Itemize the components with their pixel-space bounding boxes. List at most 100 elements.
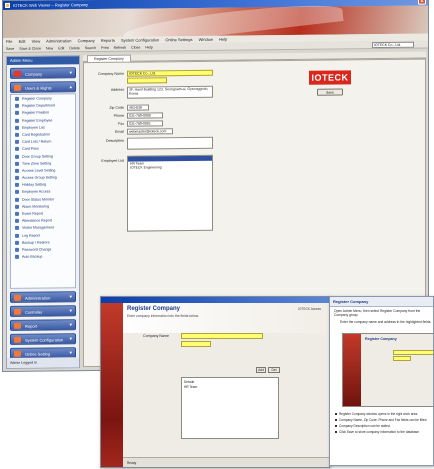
fax-input[interactable]: 031-789-0001 <box>127 120 163 127</box>
item-icon <box>15 125 19 130</box>
sidebar-group-controller[interactable]: Controller ▾ <box>10 305 76 317</box>
overlay-red-panel <box>101 303 123 467</box>
menu-window[interactable]: Window <box>199 37 213 42</box>
menu-reports[interactable]: Reports <box>101 38 115 43</box>
company-name-input[interactable]: IOTECK Co., Ltd. <box>127 69 213 77</box>
users-icon <box>14 84 21 91</box>
address-input[interactable]: 3F, Hanil Building 123, Seongnam-si, Gye… <box>127 85 213 99</box>
item-icon <box>15 233 19 238</box>
company-combo[interactable]: IOTECK Co., Ltd. <box>372 41 414 49</box>
chevron-down-icon: ▾ <box>69 308 72 315</box>
sidebar-group-label: Users & Rights <box>25 85 52 91</box>
toolbar-delete-button[interactable]: Delete <box>69 46 79 50</box>
sidebar-group-administration[interactable]: Administration ▾ <box>10 291 76 303</box>
save-button[interactable]: Save <box>317 88 343 96</box>
report-icon <box>14 322 21 329</box>
email-label: Email <box>115 129 124 134</box>
item-icon <box>15 154 19 159</box>
menu-file[interactable]: File <box>6 39 12 44</box>
chevron-down-icon: ▾ <box>69 70 72 77</box>
help-bullet: Company Name, Zip Code, Phone and Fax fi… <box>334 418 433 422</box>
thumbnail-red-panel <box>343 334 361 406</box>
item-icon <box>15 175 19 180</box>
sidebar-status: Admin Logged In <box>7 357 79 368</box>
item-icon <box>15 247 19 252</box>
help-bullet: Register Company window opens in the rig… <box>334 412 433 416</box>
chevron-down-icon: ▾ <box>69 322 72 329</box>
chevron-down-icon: ▾ <box>69 294 72 301</box>
help-bullet: Company Description can be added. <box>334 424 433 428</box>
phone-label: Phone <box>113 113 124 118</box>
overlay-listbox[interactable]: Default HR Team <box>181 377 279 439</box>
menu-view[interactable]: View <box>32 39 41 44</box>
item-icon <box>15 139 19 145</box>
help-thumbnail: Register Company <box>342 333 433 407</box>
sidebar-group-users[interactable]: Users & Rights ▴ <box>10 81 76 93</box>
toolbar-close-button[interactable]: Close <box>131 46 140 50</box>
sidebar-item[interactable]: Auto Backup <box>15 253 75 261</box>
settings-icon <box>14 336 21 343</box>
overlay-title: Register Company <box>127 306 181 312</box>
toolbar-refresh-button[interactable]: Refresh <box>114 46 127 50</box>
toolbar-save-close-button[interactable]: Save & Close <box>19 47 41 51</box>
sidebar-group-system-configuration[interactable]: System Configuration ▾ <box>10 333 76 345</box>
help-header: Register Company <box>330 297 433 307</box>
menu-online-settings[interactable]: Online Settings <box>165 37 192 42</box>
item-icon <box>15 96 19 101</box>
close-icon[interactable]: ✕ <box>418 0 426 5</box>
list-item[interactable]: Default <box>184 380 194 384</box>
item-icon <box>15 240 19 245</box>
overlay-del-button[interactable]: Del <box>268 367 280 373</box>
list-item[interactable]: IOTECK Engineering <box>130 165 162 169</box>
help-intro: Open Admin Menu, then select Register Co… <box>334 309 421 318</box>
overlay-screenshot-register: Register Company Enter company informati… <box>100 296 330 468</box>
toolbar-search-button[interactable]: Search <box>85 46 96 50</box>
fax-label: Fax <box>118 121 124 126</box>
phone-input[interactable]: 031-789-0000 <box>127 112 163 119</box>
item-icon <box>15 161 19 166</box>
admin-icon <box>14 294 21 301</box>
toolbar-print-button[interactable]: Print <box>101 46 108 50</box>
overlay-company-label: Company Name <box>143 334 169 338</box>
sidebar-group-report[interactable]: Report ▾ <box>10 319 76 331</box>
list-item[interactable]: HR Team <box>184 385 197 389</box>
toolbar-new-button[interactable]: New <box>46 46 53 50</box>
employee-listbox[interactable]: HR Team IOTECK Engineering <box>127 154 213 232</box>
menu-help[interactable]: Help <box>219 37 227 42</box>
overlay-add-button[interactable]: Add <box>256 367 266 373</box>
item-icon <box>15 132 19 137</box>
overlay-company-input[interactable] <box>181 333 263 339</box>
zipcode-label: Zip Code <box>109 105 124 110</box>
zipcode-input[interactable]: 463-838 <box>127 104 149 111</box>
help-bullet: Click Save to store company information … <box>334 430 433 434</box>
overlay-status-bar: Ready <box>123 457 329 467</box>
description-label: Description <box>106 138 124 143</box>
help-bullets: Register Company window opens in the rig… <box>334 412 433 436</box>
employee-list-label: Employee List <box>101 158 124 163</box>
header-banner <box>3 0 428 47</box>
thumbnail-title: Register Company <box>365 337 397 341</box>
thumbnail-highlight <box>393 350 433 355</box>
online-icon <box>14 350 21 357</box>
menu-system-configuration[interactable]: System Configuration <box>121 37 159 42</box>
sidebar-header: Admin Menu <box>7 56 79 65</box>
folder-icon <box>14 70 21 77</box>
toolbar-save-button[interactable]: Save <box>6 47 14 51</box>
description-input[interactable] <box>127 136 213 150</box>
company-name-sub-input[interactable] <box>127 77 167 84</box>
email-input[interactable]: webmaster@ioteck.com <box>127 128 173 135</box>
menu-edit[interactable]: Edit <box>19 39 26 44</box>
thumbnail-highlight <box>393 356 411 361</box>
chevron-down-icon: ▾ <box>69 336 72 343</box>
menu-administration[interactable]: Administration <box>46 38 71 43</box>
sidebar-item-list: Register Company Register Department Reg… <box>10 93 76 289</box>
toolbar-edit-button[interactable]: Edit <box>58 46 64 50</box>
chevron-up-icon: ▴ <box>69 84 72 91</box>
item-icon <box>15 190 19 195</box>
sidebar-group-company[interactable]: Company ▾ <box>10 67 76 79</box>
menu-company[interactable]: Company <box>78 38 95 43</box>
toolbar-help-button[interactable]: Help <box>145 45 152 49</box>
sidebar-group-label: Company <box>25 71 43 77</box>
overlay-company-sub-input[interactable] <box>181 341 211 347</box>
item-icon <box>15 226 19 231</box>
